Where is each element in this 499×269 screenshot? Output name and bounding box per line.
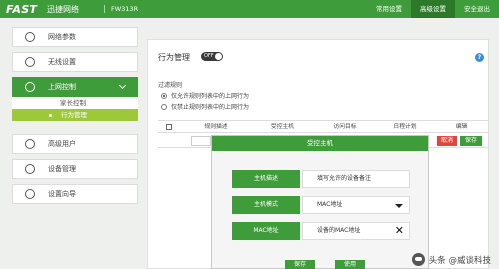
nav-advanced-settings[interactable]: 高级设置	[411, 0, 455, 18]
select-all-checkbox[interactable]	[166, 124, 172, 130]
globe-icon	[25, 32, 35, 42]
sidebar-item-wireless[interactable]: 无线设置	[12, 52, 138, 72]
sidebar-item-label: 网络参数	[48, 33, 76, 41]
nav-logout[interactable]: 安全退出	[455, 0, 499, 18]
sidebar-item-label: 上网控制	[48, 83, 76, 91]
watermark: 头条 @威谈科技	[411, 253, 491, 266]
radio-allow-only[interactable]: 仅允许规则列表中的上网行为	[161, 91, 249, 100]
dialog-save-button[interactable]: 保存	[285, 260, 315, 269]
nav-common-settings[interactable]: 常用设置	[367, 0, 411, 18]
fast-logo: FAST	[6, 3, 38, 16]
radio-label: 仅允许规则列表中的上网行为	[171, 93, 250, 100]
dialog-apply-button[interactable]: 使用	[335, 260, 365, 269]
host-mode-label: 主机模式	[232, 196, 300, 214]
wizard-icon	[25, 189, 35, 199]
mac-row: MAC地址 设备的MAC地址 ✕	[232, 222, 410, 240]
col-controlled-host: 受控主机	[270, 124, 295, 130]
sidebar-item-label: 设置向导	[48, 190, 76, 198]
host-desc-row: 主机描述 填写允许的设备备注	[232, 170, 410, 188]
clear-icon[interactable]: ✕	[395, 224, 404, 238]
brand-name: 迅捷网络	[47, 5, 79, 14]
help-icon[interactable]: ?	[475, 53, 484, 62]
col-rule-desc: 规则描述	[204, 124, 228, 130]
mac-input[interactable]: 设备的MAC地址 ✕	[302, 222, 410, 240]
router-model: FW313R	[104, 5, 138, 13]
host-mode-value: MAC地址	[317, 201, 343, 208]
sidebar-item-label: 高级用户	[48, 140, 76, 148]
host-desc-input[interactable]: 填写允许的设备备注	[302, 170, 410, 188]
toutiao-logo-icon	[411, 253, 425, 266]
host-desc-label: 主机描述	[232, 170, 300, 188]
dropdown-caret-icon	[395, 204, 403, 208]
sidebar: 网络参数 无线设置 上网控制 家长控制 行为管理 高级用户 设备管理 设置向导	[12, 27, 138, 209]
page-title: 行为管理	[158, 53, 190, 62]
select-all-cell	[158, 121, 182, 132]
row-save-button[interactable]: 保存	[460, 136, 482, 146]
controlled-host-dialog: 受控主机 主机描述 填写允许的设备备注 主机模式 MAC地址 MAC地址 设备的…	[211, 135, 429, 269]
router-admin-page: FAST 迅捷网络 FW313R 常用设置 高级设置 安全退出 网络参数 无线设…	[0, 0, 499, 269]
toggle-label: OFF	[204, 53, 214, 59]
sidebar-item-label: 设备管理	[48, 165, 76, 173]
top-nav: 常用设置 高级设置 安全退出	[367, 0, 499, 18]
watermark-text: 头条 @威谈科技	[428, 255, 491, 266]
user-icon	[25, 139, 35, 149]
host-mode-select[interactable]: MAC地址	[302, 196, 410, 214]
rules-table-header: 规则描述 受控主机 访问目标 日程计划 编辑	[158, 120, 488, 133]
col-edit: 编辑	[455, 124, 468, 130]
sidebar-submenu: 家长控制 行为管理	[12, 97, 138, 121]
toggle-knob	[215, 53, 222, 60]
filter-rules-label: 过滤规则	[158, 82, 183, 89]
chevron-down-icon	[118, 81, 127, 90]
radio-block-only[interactable]: 仅禁止规则列表中的上网行为	[161, 102, 249, 111]
device-icon	[25, 164, 35, 174]
dialog-title: 受控主机	[212, 136, 428, 151]
behavior-toggle[interactable]: OFF	[201, 52, 223, 61]
col-schedule: 日程计划	[393, 124, 417, 130]
mac-value: 设备的MAC地址	[317, 227, 361, 234]
sidebar-subitem-parental-control[interactable]: 家长控制	[12, 97, 138, 109]
wifi-icon	[25, 57, 35, 67]
col-access-target: 访问目标	[333, 124, 357, 130]
sidebar-item-setup-wizard[interactable]: 设置向导	[12, 184, 138, 204]
sidebar-item-label: 无线设置	[48, 58, 76, 66]
sidebar-subitem-behavior-management[interactable]: 行为管理	[12, 109, 138, 121]
sidebar-item-network[interactable]: 网络参数	[12, 27, 138, 47]
sidebar-item-internet-control[interactable]: 上网控制	[12, 77, 138, 97]
radio-dot-selected	[161, 92, 167, 99]
host-mode-row: 主机模式 MAC地址	[232, 196, 410, 214]
top-header: FAST 迅捷网络 FW313R 常用设置 高级设置 安全退出	[0, 0, 499, 18]
rule-desc-input[interactable]	[191, 136, 211, 146]
radio-dot	[161, 103, 167, 110]
sidebar-item-device-management[interactable]: 设备管理	[12, 159, 138, 179]
row-cancel-button[interactable]: 取消	[437, 136, 457, 146]
sidebar-item-advanced-users[interactable]: 高级用户	[12, 134, 138, 154]
radio-label: 仅禁止规则列表中的上网行为	[171, 104, 250, 111]
mac-label: MAC地址	[232, 222, 300, 240]
power-icon	[25, 82, 35, 92]
